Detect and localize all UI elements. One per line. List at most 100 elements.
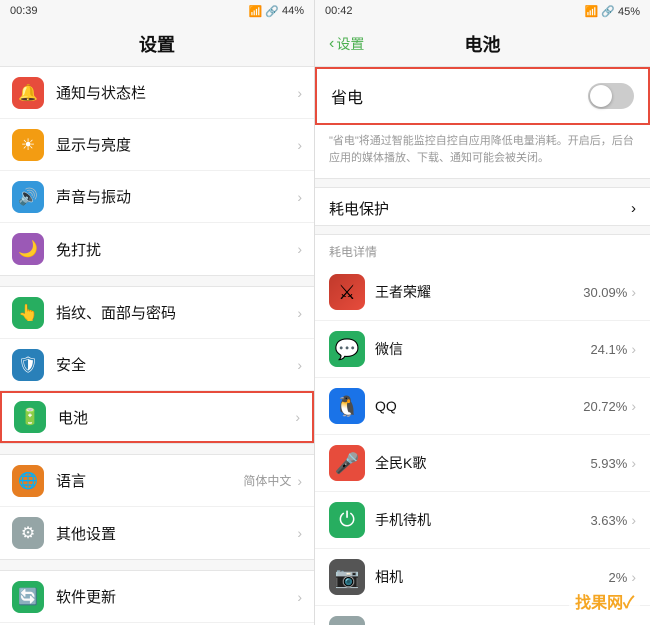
wechat-name: 微信 — [375, 339, 590, 359]
settings-item-dnd[interactable]: 🌙 免打扰 › — [0, 223, 314, 275]
right-time: 00:42 — [325, 5, 353, 17]
standby-icon: ⏻ — [329, 502, 365, 538]
settings-item-language[interactable]: 🌐 语言 简体中文 › — [0, 455, 314, 507]
battery-protection-header[interactable]: 耗电保护 › — [315, 188, 650, 225]
right-nav-bar: ‹ 设置 电池 — [315, 22, 650, 66]
section-group-2: 👆 指纹、面部与密码 › 🛡 安全 › 🔋 电池 › — [0, 286, 314, 444]
camera-icon: 📷 — [329, 559, 365, 595]
app-item-wechat[interactable]: 💬 微信 24.1% › — [315, 321, 650, 378]
update-label: 软件更新 — [56, 586, 297, 607]
sound-icon: 🔊 — [12, 181, 44, 213]
standby-usage: 3.63% — [590, 513, 627, 528]
camera-chevron: › — [631, 569, 636, 585]
quanmin-usage: 5.93% — [590, 456, 627, 471]
other-label: 其他设置 — [56, 523, 297, 544]
left-status-bar: 00:39 📶 🔗 44% — [0, 0, 314, 22]
battery-protection-label: 耗电保护 — [329, 198, 389, 219]
qq-usage: 20.72% — [583, 399, 627, 414]
left-battery: 44% — [282, 5, 304, 17]
sound-chevron: › — [297, 189, 302, 205]
power-save-toggle[interactable] — [588, 83, 634, 109]
settings-item-update[interactable]: 🔄 软件更新 › — [0, 571, 314, 623]
fingerprint-label: 指纹、面部与密码 — [56, 302, 297, 323]
right-page-title: 电池 — [465, 31, 501, 57]
settings-item-notification[interactable]: 🔔 通知与状态栏 › — [0, 67, 314, 119]
app-item-standby[interactable]: ⏻ 手机待机 3.63% › — [315, 492, 650, 549]
camera-usage: 2% — [609, 570, 628, 585]
language-label: 语言 — [56, 470, 243, 491]
wangzhe-name: 王者荣耀 — [375, 282, 583, 302]
battery-protection-section: 耗电保护 › — [315, 187, 650, 226]
quanmin-name: 全民K歌 — [375, 453, 590, 473]
settings-item-security[interactable]: 🛡 安全 › — [0, 339, 314, 391]
battery-protection-chevron: › — [631, 200, 636, 217]
other-icon: ⚙ — [12, 517, 44, 549]
section-group-1: 🔔 通知与状态栏 › ☀ 显示与亮度 › 🔊 声音与振动 › 🌙 免打扰 › — [0, 66, 314, 276]
dnd-chevron: › — [297, 241, 302, 257]
sound-label: 声音与振动 — [56, 186, 297, 207]
settings-item-other[interactable]: ⚙ 其他设置 › — [0, 507, 314, 559]
left-title-bar: 设置 — [0, 22, 314, 66]
qq-chevron: › — [631, 398, 636, 414]
right-status-bar: 00:42 📶 🔗 45% — [315, 0, 650, 22]
battery-chevron: › — [295, 409, 300, 425]
standby-name: 手机待机 — [375, 510, 590, 530]
usage-header: 耗电详情 — [315, 235, 650, 264]
right-status-icons: 📶 🔗 45% — [584, 5, 640, 18]
back-label: 设置 — [336, 34, 364, 54]
settings-item-sound[interactable]: 🔊 声音与振动 › — [0, 171, 314, 223]
language-icon: 🌐 — [12, 465, 44, 497]
toggle-knob — [590, 85, 612, 107]
section-group-4: 🔄 软件更新 › ⓘ 关于手机 › — [0, 570, 314, 625]
system-icon: colorOS — [329, 616, 365, 625]
language-sub: 简体中文 — [243, 472, 291, 489]
app-item-wangzhe[interactable]: ⚔ 王者荣耀 30.09% › — [315, 264, 650, 321]
qq-name: QQ — [375, 398, 583, 414]
back-icon: ‹ — [329, 35, 334, 53]
settings-item-battery[interactable]: 🔋 电池 › — [0, 391, 314, 443]
update-chevron: › — [297, 589, 302, 605]
watermark: 找果网✓ — [569, 587, 640, 615]
standby-chevron: › — [631, 512, 636, 528]
power-save-label: 省电 — [331, 84, 588, 108]
power-save-desc: "省电"将通过智能监控自控自应用降低电量消耗。开启后，后台应用的媒体播放、下载、… — [315, 125, 650, 178]
notification-icon: 🔔 — [12, 77, 44, 109]
security-icon: 🛡 — [12, 349, 44, 381]
left-status-left: 00:39 — [10, 5, 38, 17]
security-label: 安全 — [56, 354, 297, 375]
other-chevron: › — [297, 525, 302, 541]
wangzhe-chevron: › — [631, 284, 636, 300]
left-time: 00:39 — [10, 5, 38, 17]
right-signal-icon: 📶 — [584, 6, 598, 18]
wechat-usage: 24.1% — [590, 342, 627, 357]
wangzhe-usage: 30.09% — [583, 285, 627, 300]
dnd-icon: 🌙 — [12, 233, 44, 265]
settings-list: 🔔 通知与状态栏 › ☀ 显示与亮度 › 🔊 声音与振动 › 🌙 免打扰 › — [0, 66, 314, 625]
right-content: 省电 "省电"将通过智能监控自控自应用降低电量消耗。开启后，后台应用的媒体播放、… — [315, 66, 650, 625]
app-item-quanmin[interactable]: 🎤 全民K歌 5.93% › — [315, 435, 650, 492]
display-icon: ☀ — [12, 129, 44, 161]
settings-item-fingerprint[interactable]: 👆 指纹、面部与密码 › — [0, 287, 314, 339]
fingerprint-icon: 👆 — [12, 297, 44, 329]
right-battery: 45% — [618, 6, 640, 18]
right-panel: 00:42 📶 🔗 45% ‹ 设置 电池 省电 "省电"将通过智能监控自控自应… — [315, 0, 650, 625]
wechat-chevron: › — [631, 341, 636, 357]
notification-chevron: › — [297, 85, 302, 101]
left-panel: 00:39 📶 🔗 44% 设置 🔔 通知与状态栏 › ☀ 显示与亮度 › 🔊 — [0, 0, 315, 625]
left-page-title: 设置 — [139, 31, 175, 57]
left-wifi-icon: 🔗 — [265, 5, 279, 18]
left-status-right: 📶 🔗 44% — [249, 5, 304, 18]
section-group-3: 🌐 语言 简体中文 › ⚙ 其他设置 › — [0, 454, 314, 560]
wechat-icon: 💬 — [329, 331, 365, 367]
language-chevron: › — [297, 473, 302, 489]
dnd-label: 免打扰 — [56, 239, 297, 260]
settings-item-display[interactable]: ☀ 显示与亮度 › — [0, 119, 314, 171]
qq-icon: 🐧 — [329, 388, 365, 424]
app-item-qq[interactable]: 🐧 QQ 20.72% › — [315, 378, 650, 435]
update-icon: 🔄 — [12, 581, 44, 613]
left-signal-icon: 📶 — [249, 5, 263, 18]
power-save-section: 省电 "省电"将通过智能监控自控自应用降低电量消耗。开启后，后台应用的媒体播放、… — [315, 66, 650, 179]
notification-label: 通知与状态栏 — [56, 82, 297, 103]
back-button[interactable]: ‹ 设置 — [327, 34, 364, 54]
fingerprint-chevron: › — [297, 305, 302, 321]
